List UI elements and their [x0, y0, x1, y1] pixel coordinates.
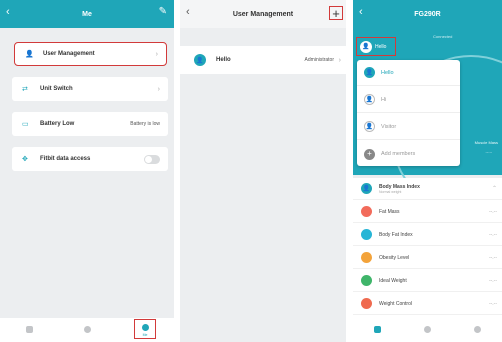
tab-me[interactable]: Me [116, 318, 174, 342]
user-icon: 👤 [364, 67, 375, 78]
tab-bar: Me [0, 318, 174, 342]
tab-highlight-box [134, 319, 156, 339]
record-icon [424, 325, 431, 333]
back-icon[interactable]: ‹ [359, 7, 363, 18]
record-icon [83, 325, 91, 333]
chevron-right-icon: › [157, 85, 160, 93]
back-icon[interactable]: ‹ [186, 7, 190, 18]
metric-label: Body Fat Index [379, 231, 413, 238]
battery-low-row[interactable]: ▭ Battery Low Battery is low [12, 112, 168, 136]
metric-label: Obesity Level [379, 254, 410, 261]
row-label: Battery Low [40, 121, 75, 127]
connection-status: Connected [433, 34, 453, 39]
tab-device[interactable] [0, 318, 58, 342]
user-icon: 👤 [25, 51, 34, 58]
switch-arrows-icon: ⇄ [22, 86, 28, 93]
user-row[interactable]: 👤 Hello Administrator › [180, 46, 346, 74]
menu-item-visitor[interactable]: 👤 Visitor [357, 114, 460, 140]
page-title: Me [82, 10, 92, 18]
tab-device[interactable] [353, 318, 403, 342]
me-header: ‹ Me ✎ [0, 0, 174, 28]
device-screen: ‹ FG290R Connected 👤 Hello Muscle Mass -… [353, 0, 502, 342]
me-screen: ‹ Me ✎ 👤 User Management › ⇄ Unit Switch… [0, 0, 174, 342]
device-icon [374, 325, 382, 333]
obesity-level-icon [361, 252, 372, 263]
profile-icon [473, 325, 481, 333]
page-title: User Management [232, 10, 294, 18]
current-user-selector[interactable]: 👤 Hello [356, 37, 396, 56]
fitbit-row: ✥ Fitbit data access [12, 147, 168, 171]
battery-icon: ▭ [22, 121, 29, 128]
row-label: User Management [43, 51, 95, 57]
metric-label: Ideal Weight [379, 277, 407, 284]
tab-bar [353, 318, 502, 342]
device-icon [25, 325, 33, 333]
ideal-weight-icon [361, 275, 372, 286]
menu-item-label: Hello [381, 69, 394, 76]
fitbit-toggle[interactable] [144, 154, 160, 164]
user-management-header: ‹ User Management + [180, 0, 346, 28]
metric-value: --.-- [488, 231, 497, 238]
metric-row[interactable]: Fat Mass --.-- [353, 201, 502, 223]
user-icon: 👤 [364, 121, 375, 132]
metric-value: --.-- [488, 277, 497, 284]
muscle-mass-label: Muscle Mass [474, 140, 498, 145]
battery-status-value: Battery is low [130, 121, 160, 127]
fitbit-icon: ✥ [22, 156, 28, 163]
menu-item-label: Visitor [381, 123, 397, 130]
chevron-right-icon: › [155, 50, 158, 58]
muscle-mass-value: --.-- [485, 149, 492, 154]
device-header: ‹ FG290R [353, 0, 502, 28]
menu-item-hi[interactable]: 👤 Hi [357, 87, 460, 113]
tab-me[interactable] [452, 318, 502, 342]
menu-item-label: Add members [381, 151, 416, 157]
metric-row[interactable]: Weight Control --.-- [353, 293, 502, 315]
metric-row[interactable]: Obesity Level --.-- [353, 247, 502, 269]
metric-label: Weight Control [379, 300, 412, 307]
avatar: 👤 [360, 40, 372, 53]
bmi-label: Body Mass Index [379, 183, 420, 190]
bmi-row[interactable]: 👤 Body Mass Index Normal weight ⌃ [353, 178, 502, 200]
metric-value: --.-- [488, 300, 497, 307]
plus-icon: + [364, 148, 375, 160]
bmi-text: Body Mass Index Normal weight [379, 184, 420, 194]
add-user-button[interactable]: + [329, 6, 343, 20]
chevron-right-icon: › [338, 56, 341, 64]
menu-item-label: Hi [381, 96, 387, 103]
edit-icon[interactable]: ✎ [159, 7, 167, 17]
user-switch-menu: 👤 Hello 👤 Hi 👤 Visitor + Add members [357, 60, 460, 166]
back-icon[interactable]: ‹ [6, 7, 10, 18]
unit-switch-row[interactable]: ⇄ Unit Switch › [12, 77, 168, 101]
tab-record[interactable] [403, 318, 453, 342]
bmi-sub: Normal weight [379, 189, 402, 194]
metric-value: --.-- [488, 208, 497, 215]
metric-row[interactable]: Ideal Weight --.-- [353, 270, 502, 292]
menu-item-add-members[interactable]: + Add members [357, 141, 460, 167]
menu-item-hello[interactable]: 👤 Hello [357, 60, 460, 86]
chevron-up-icon[interactable]: ⌃ [492, 185, 497, 192]
bmi-icon: 👤 [361, 183, 372, 194]
user-role: Administrator [304, 57, 334, 63]
user-icon: 👤 [364, 94, 375, 105]
user-management-row[interactable]: 👤 User Management › [14, 42, 167, 66]
user-management-screen: ‹ User Management + 👤 Hello Administrato… [180, 0, 346, 342]
metric-value: --.-- [488, 254, 497, 261]
fat-mass-icon [361, 206, 372, 217]
avatar: 👤 [194, 54, 206, 66]
metric-label: Fat Mass [379, 208, 400, 215]
device-title: FG290R [414, 10, 441, 18]
weight-control-icon [361, 298, 372, 309]
row-label: Unit Switch [40, 86, 73, 92]
body-fat-index-icon [361, 229, 372, 240]
metric-row[interactable]: Body Fat Index --.-- [353, 224, 502, 246]
tab-record[interactable] [58, 318, 116, 342]
row-label: Fitbit data access [40, 156, 91, 162]
current-user-name: Hello [375, 43, 387, 50]
user-name: Hello [216, 57, 231, 63]
